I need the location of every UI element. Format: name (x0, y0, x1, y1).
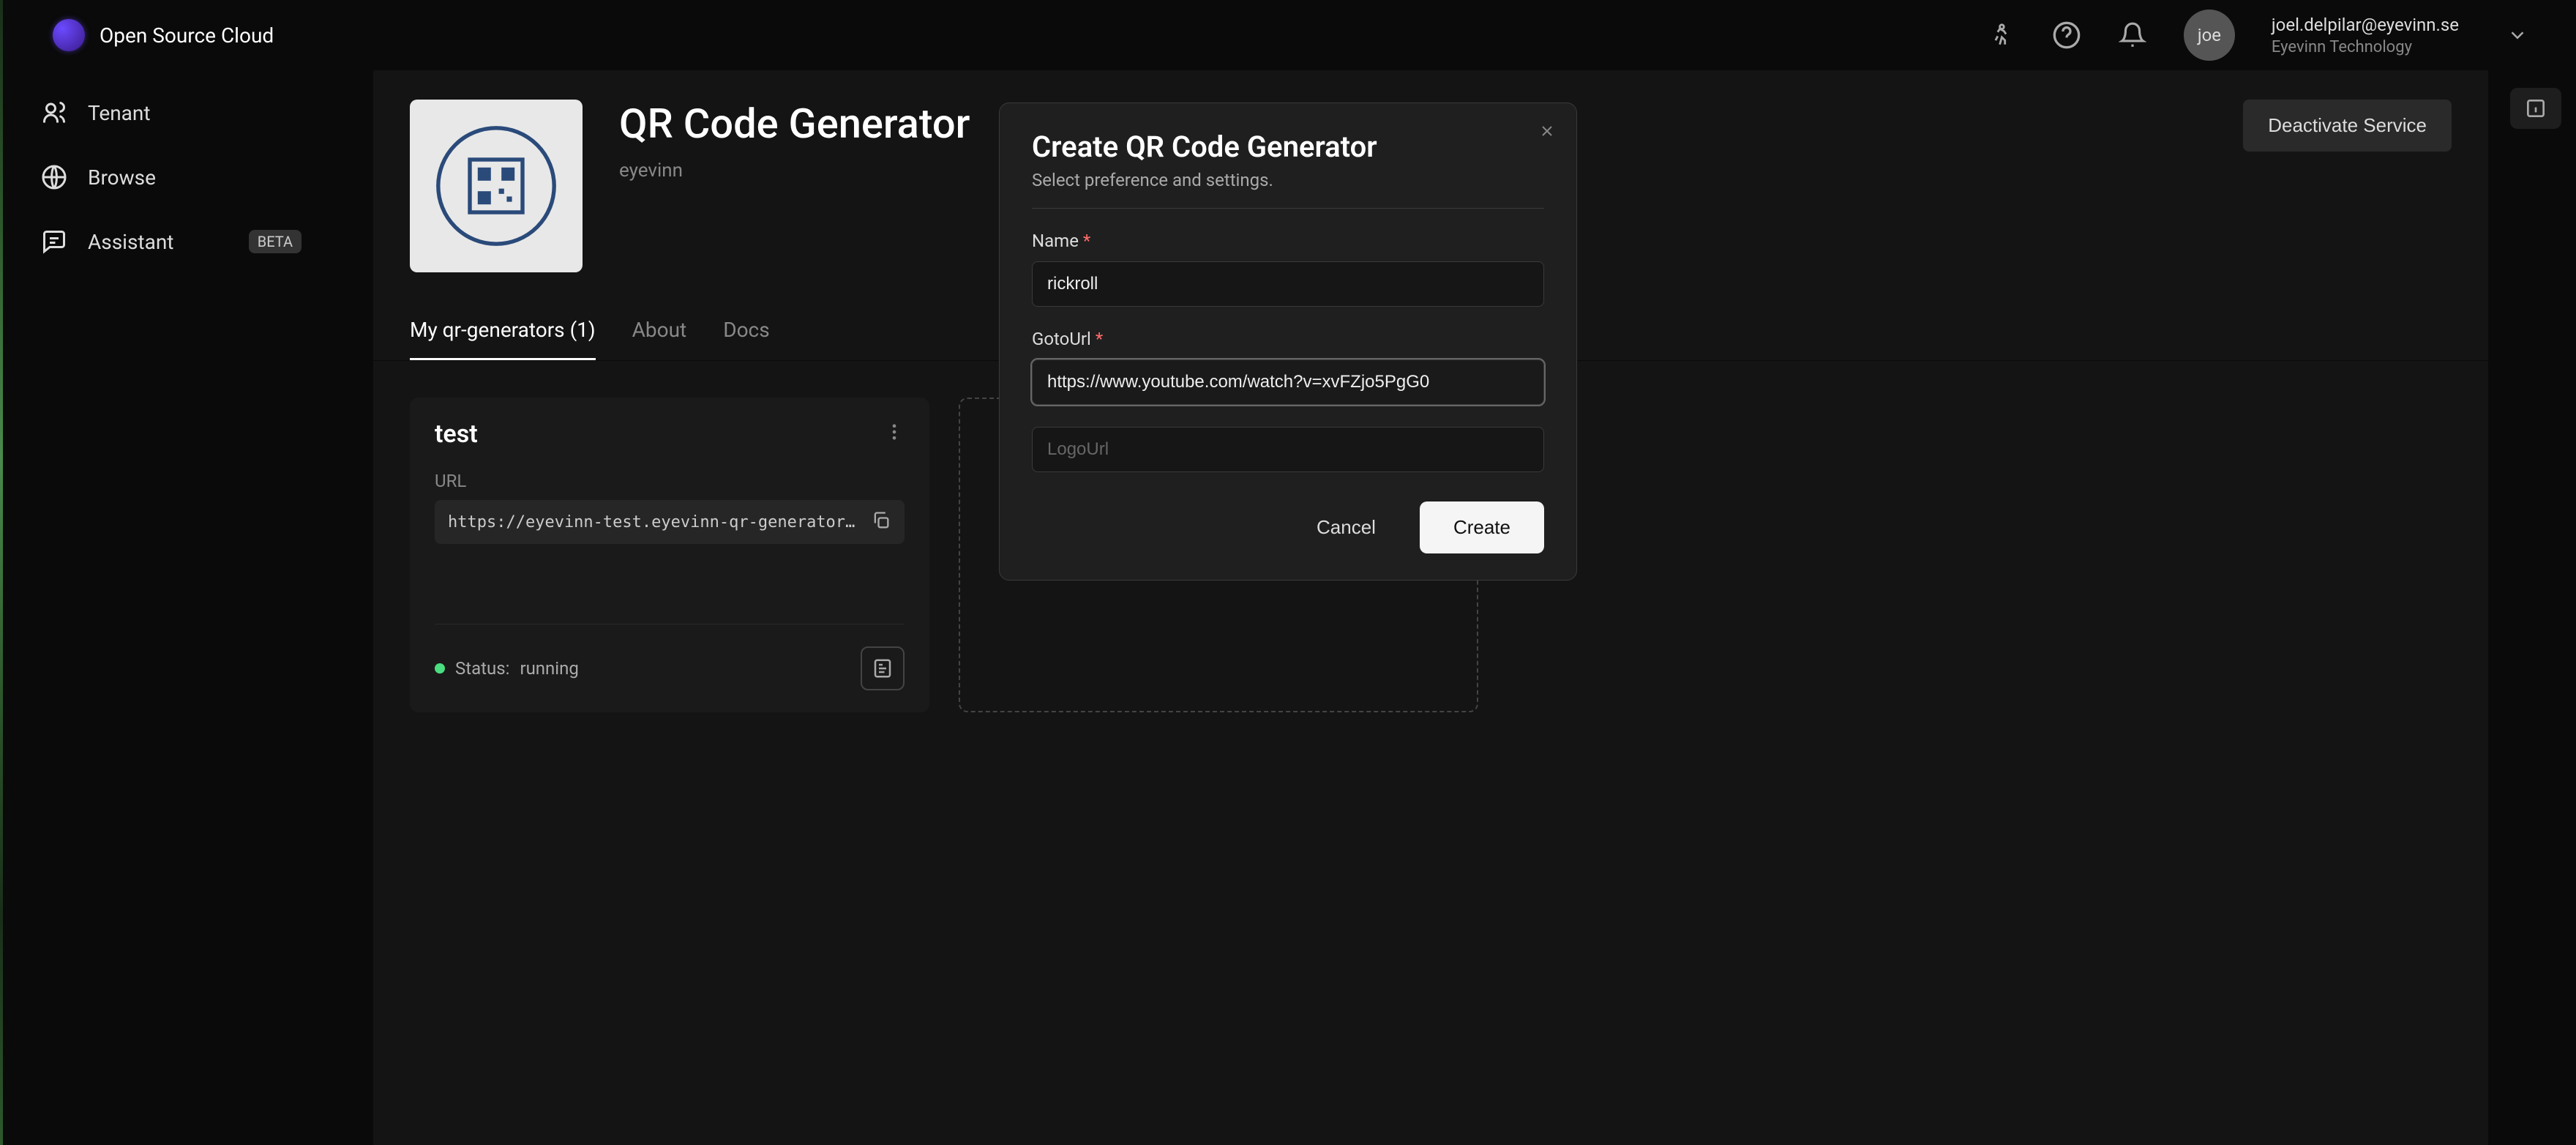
cancel-button[interactable]: Cancel (1295, 501, 1398, 553)
modal-subtitle: Select preference and settings. (1032, 170, 1544, 190)
name-label: Name * (1032, 231, 1544, 251)
create-button[interactable]: Create (1420, 501, 1544, 553)
divider (1032, 208, 1544, 209)
required-icon: * (1083, 231, 1090, 251)
gotourl-label: GotoUrl * (1032, 329, 1544, 349)
logourl-input[interactable] (1032, 427, 1544, 472)
create-modal: Create QR Code Generator Select preferen… (999, 102, 1577, 581)
required-icon: * (1096, 329, 1103, 349)
close-icon[interactable] (1538, 122, 1556, 145)
gotourl-input[interactable] (1032, 359, 1544, 405)
modal-overlay: Create QR Code Generator Select preferen… (0, 0, 2576, 1145)
name-input[interactable] (1032, 261, 1544, 307)
modal-title: Create QR Code Generator (1032, 130, 1544, 164)
